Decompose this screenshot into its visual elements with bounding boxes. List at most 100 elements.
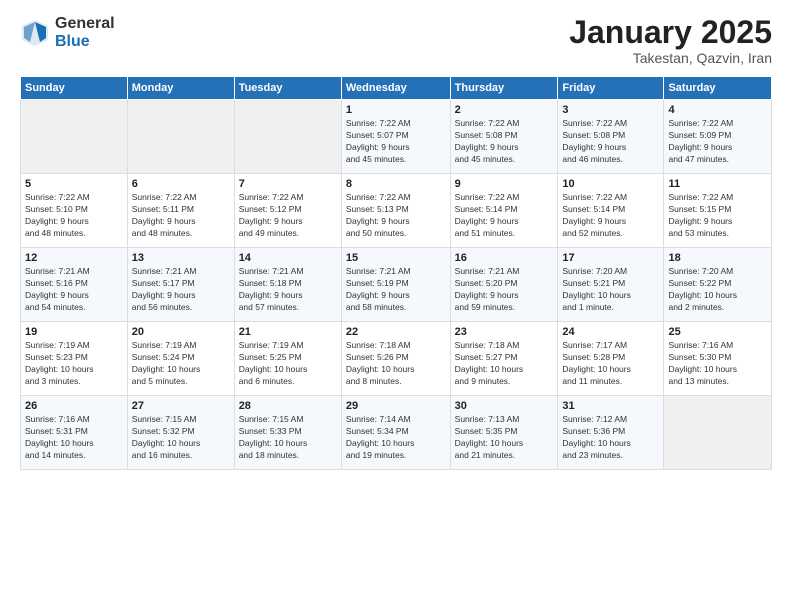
day-number: 22 (346, 326, 446, 338)
day-number: 20 (132, 326, 230, 338)
day-info: Sunrise: 7:12 AM Sunset: 5:36 PM Dayligh… (562, 414, 659, 462)
day-number: 14 (239, 252, 337, 264)
calendar-cell: 18 Sunrise: 7:20 AM Sunset: 5:22 PM Dayli… (664, 248, 772, 322)
day-info: Sunrise: 7:20 AM Sunset: 5:21 PM Dayligh… (562, 266, 659, 314)
day-info: Sunrise: 7:22 AM Sunset: 5:08 PM Dayligh… (455, 118, 554, 166)
day-number: 5 (25, 178, 123, 190)
day-number: 10 (562, 178, 659, 190)
calendar-cell: 21Sunrise: 7:19 AM Sunset: 5:25 PM Dayli… (234, 322, 341, 396)
day-number: 19 (25, 326, 123, 338)
day-info: Sunrise: 7:20 AM Sunset: 5:22 PM Dayligh… (668, 266, 767, 314)
day-number: 31 (562, 400, 659, 412)
day-info: Sunrise: 7:14 AM Sunset: 5:34 PM Dayligh… (346, 414, 446, 462)
day-info: Sunrise: 7:18 AM Sunset: 5:26 PM Dayligh… (346, 340, 446, 388)
day-info: Sunrise: 7:19 AM Sunset: 5:23 PM Dayligh… (25, 340, 123, 388)
header-friday: Friday (558, 77, 664, 100)
calendar-cell (127, 100, 234, 174)
header: General Blue January 2025 Takestan, Qazv… (20, 15, 772, 66)
day-number: 24 (562, 326, 659, 338)
calendar-cell: 14Sunrise: 7:21 AM Sunset: 5:18 PM Dayli… (234, 248, 341, 322)
day-number: 9 (455, 178, 554, 190)
calendar-cell: 22 Sunrise: 7:18 AM Sunset: 5:26 PM Dayli… (341, 322, 450, 396)
month-title: January 2025 (569, 15, 772, 50)
calendar-week-1: 1Sunrise: 7:22 AM Sunset: 5:07 PM Daylig… (21, 100, 772, 174)
day-info: Sunrise: 7:15 AM Sunset: 5:32 PM Dayligh… (132, 414, 230, 462)
day-number: 18 (668, 252, 767, 264)
logo-general: General (55, 15, 115, 33)
calendar-cell: 25 Sunrise: 7:16 AM Sunset: 5:30 PM Dayli… (664, 322, 772, 396)
header-sunday: Sunday (21, 77, 128, 100)
day-number: 12 (25, 252, 123, 264)
day-number: 8 (346, 178, 446, 190)
day-info: Sunrise: 7:21 AM Sunset: 5:20 PM Dayligh… (455, 266, 554, 314)
day-number: 17 (562, 252, 659, 264)
calendar-header-row: Sunday Monday Tuesday Wednesday Thursday… (21, 77, 772, 100)
header-tuesday: Tuesday (234, 77, 341, 100)
calendar-cell: 10 Sunrise: 7:22 AM Sunset: 5:14 PM Dayli… (558, 174, 664, 248)
header-thursday: Thursday (450, 77, 558, 100)
day-number: 16 (455, 252, 554, 264)
day-info: Sunrise: 7:21 AM Sunset: 5:17 PM Dayligh… (132, 266, 230, 314)
calendar-cell: 17 Sunrise: 7:20 AM Sunset: 5:21 PM Dayli… (558, 248, 664, 322)
calendar-cell: 7 Sunrise: 7:22 AM Sunset: 5:12 PM Daylig… (234, 174, 341, 248)
day-info: Sunrise: 7:22 AM Sunset: 5:14 PM Dayligh… (455, 192, 554, 240)
calendar-cell: 3Sunrise: 7:22 AM Sunset: 5:08 PM Daylig… (558, 100, 664, 174)
day-info: Sunrise: 7:22 AM Sunset: 5:11 PM Dayligh… (132, 192, 230, 240)
day-info: Sunrise: 7:22 AM Sunset: 5:13 PM Dayligh… (346, 192, 446, 240)
header-wednesday: Wednesday (341, 77, 450, 100)
day-info: Sunrise: 7:22 AM Sunset: 5:12 PM Dayligh… (239, 192, 337, 240)
day-info: Sunrise: 7:16 AM Sunset: 5:31 PM Dayligh… (25, 414, 123, 462)
calendar-table: Sunday Monday Tuesday Wednesday Thursday… (20, 76, 772, 470)
day-number: 15 (346, 252, 446, 264)
day-number: 23 (455, 326, 554, 338)
day-info: Sunrise: 7:22 AM Sunset: 5:15 PM Dayligh… (668, 192, 767, 240)
day-number: 4 (668, 104, 767, 116)
calendar-cell: 8 Sunrise: 7:22 AM Sunset: 5:13 PM Daylig… (341, 174, 450, 248)
title-block: January 2025 Takestan, Qazvin, Iran (569, 15, 772, 66)
calendar-cell: 28 Sunrise: 7:15 AM Sunset: 5:33 PM Dayli… (234, 396, 341, 470)
day-number: 26 (25, 400, 123, 412)
day-number: 11 (668, 178, 767, 190)
calendar-cell: 24 Sunrise: 7:17 AM Sunset: 5:28 PM Dayli… (558, 322, 664, 396)
day-info: Sunrise: 7:15 AM Sunset: 5:33 PM Dayligh… (239, 414, 337, 462)
calendar-cell: 31 Sunrise: 7:12 AM Sunset: 5:36 PM Dayli… (558, 396, 664, 470)
day-info: Sunrise: 7:22 AM Sunset: 5:14 PM Dayligh… (562, 192, 659, 240)
day-number: 21 (239, 326, 337, 338)
calendar-cell: 26 Sunrise: 7:16 AM Sunset: 5:31 PM Dayli… (21, 396, 128, 470)
calendar-cell: 5 Sunrise: 7:22 AM Sunset: 5:10 PM Daylig… (21, 174, 128, 248)
day-number: 30 (455, 400, 554, 412)
logo: General Blue (20, 15, 115, 50)
day-info: Sunrise: 7:22 AM Sunset: 5:10 PM Dayligh… (25, 192, 123, 240)
day-info: Sunrise: 7:16 AM Sunset: 5:30 PM Dayligh… (668, 340, 767, 388)
day-number: 6 (132, 178, 230, 190)
day-info: Sunrise: 7:22 AM Sunset: 5:07 PM Dayligh… (346, 118, 446, 166)
day-number: 13 (132, 252, 230, 264)
calendar-cell: 16 Sunrise: 7:21 AM Sunset: 5:20 PM Dayli… (450, 248, 558, 322)
logo-icon (20, 18, 50, 48)
calendar-cell: 12 Sunrise: 7:21 AM Sunset: 5:16 PM Dayli… (21, 248, 128, 322)
calendar-cell: 29 Sunrise: 7:14 AM Sunset: 5:34 PM Dayli… (341, 396, 450, 470)
calendar-week-2: 5 Sunrise: 7:22 AM Sunset: 5:10 PM Daylig… (21, 174, 772, 248)
calendar-cell: 2Sunrise: 7:22 AM Sunset: 5:08 PM Daylig… (450, 100, 558, 174)
calendar-week-3: 12 Sunrise: 7:21 AM Sunset: 5:16 PM Dayli… (21, 248, 772, 322)
day-number: 28 (239, 400, 337, 412)
day-number: 25 (668, 326, 767, 338)
calendar-cell (664, 396, 772, 470)
day-info: Sunrise: 7:19 AM Sunset: 5:24 PM Dayligh… (132, 340, 230, 388)
day-number: 27 (132, 400, 230, 412)
calendar-cell (21, 100, 128, 174)
day-info: Sunrise: 7:22 AM Sunset: 5:08 PM Dayligh… (562, 118, 659, 166)
calendar-week-5: 26 Sunrise: 7:16 AM Sunset: 5:31 PM Dayli… (21, 396, 772, 470)
day-info: Sunrise: 7:21 AM Sunset: 5:16 PM Dayligh… (25, 266, 123, 314)
day-number: 7 (239, 178, 337, 190)
calendar-cell: 13 Sunrise: 7:21 AM Sunset: 5:17 PM Dayli… (127, 248, 234, 322)
calendar-cell: 27 Sunrise: 7:15 AM Sunset: 5:32 PM Dayli… (127, 396, 234, 470)
day-info: Sunrise: 7:13 AM Sunset: 5:35 PM Dayligh… (455, 414, 554, 462)
calendar-cell: 30 Sunrise: 7:13 AM Sunset: 5:35 PM Dayli… (450, 396, 558, 470)
calendar-cell: 20 Sunrise: 7:19 AM Sunset: 5:24 PM Dayli… (127, 322, 234, 396)
day-number: 29 (346, 400, 446, 412)
calendar-cell: 23Sunrise: 7:18 AM Sunset: 5:27 PM Dayli… (450, 322, 558, 396)
calendar-week-4: 19 Sunrise: 7:19 AM Sunset: 5:23 PM Dayli… (21, 322, 772, 396)
day-info: Sunrise: 7:17 AM Sunset: 5:28 PM Dayligh… (562, 340, 659, 388)
calendar-cell: 4Sunrise: 7:22 AM Sunset: 5:09 PM Daylig… (664, 100, 772, 174)
